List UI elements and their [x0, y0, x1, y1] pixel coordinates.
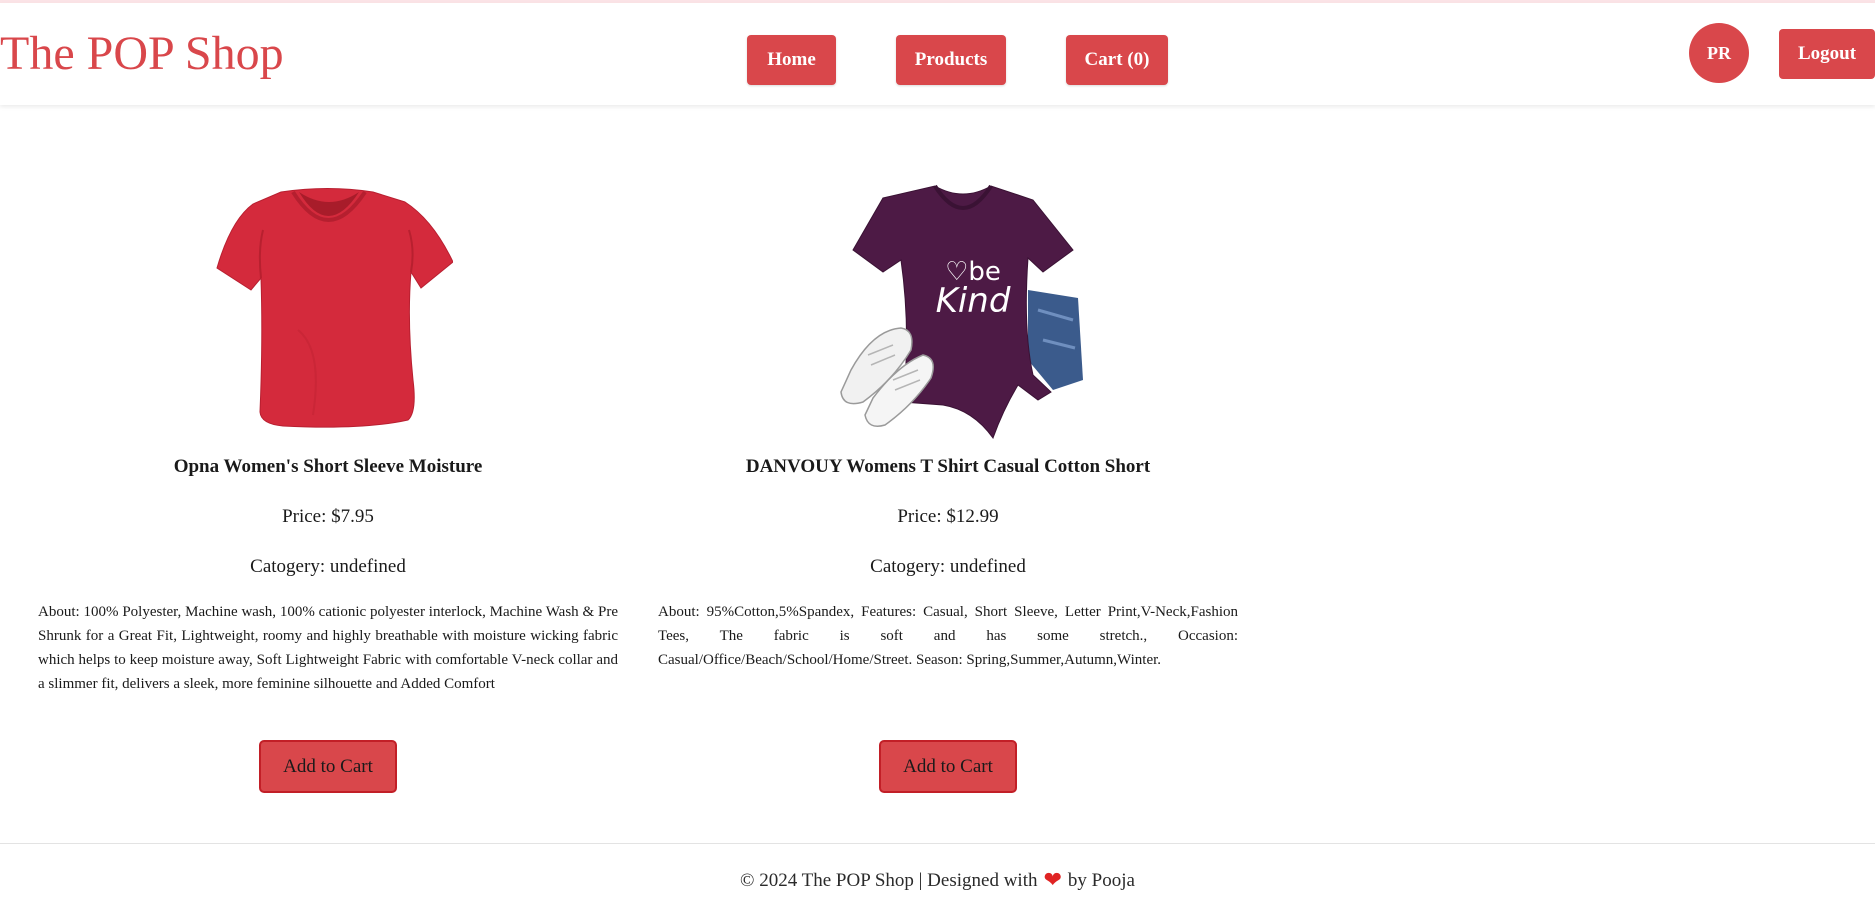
site-header: The POP Shop Home Products Cart (0) PR L…: [0, 3, 1875, 105]
footer-copyright: © 2024 The POP Shop | Designed with: [740, 870, 1038, 891]
product-card: Opna Women's Short Sleeve Moisture Price…: [38, 170, 618, 793]
red-tshirt-image: [216, 188, 453, 428]
nav-home-button[interactable]: Home: [747, 35, 836, 85]
product-title: DANVOUY Womens T Shirt Casual Cotton Sho…: [745, 456, 1151, 477]
footer-author: by Pooja: [1067, 870, 1135, 891]
product-description: About: 95%Cotton,5%Spandex, Features: Ca…: [658, 604, 1238, 668]
add-to-cart-button[interactable]: Add to Cart: [879, 740, 1017, 793]
svg-text:Kind: Kind: [936, 281, 1011, 321]
nav-products-button[interactable]: Products: [896, 35, 1006, 85]
product-price: Price: $12.99: [897, 506, 999, 527]
footer-divider: [0, 843, 1875, 844]
nav-cart-button[interactable]: Cart (0): [1066, 35, 1168, 85]
product-title: Opna Women's Short Sleeve Moisture: [173, 456, 483, 477]
heart-icon: ❤: [1043, 867, 1062, 892]
product-description: About: 100% Polyester, Machine wash, 100…: [38, 604, 618, 692]
user-avatar[interactable]: PR: [1689, 23, 1749, 83]
add-to-cart-button[interactable]: Add to Cart: [259, 740, 397, 793]
purple-tshirt-image: ♡be Kind: [840, 184, 1083, 440]
product-image[interactable]: [38, 170, 618, 435]
logout-button[interactable]: Logout: [1779, 29, 1875, 79]
product-image[interactable]: ♡be Kind: [658, 170, 1238, 440]
product-price: Price: $7.95: [282, 506, 374, 527]
product-card: ♡be Kind DANVOUY Womens T Shirt Casual C…: [658, 170, 1238, 793]
product-category: Catogery: undefined: [870, 556, 1026, 577]
brand-logo[interactable]: The POP Shop: [0, 25, 284, 83]
product-category: Catogery: undefined: [250, 556, 406, 577]
site-footer: © 2024 The POP Shop | Designed with ❤ by P…: [0, 866, 1875, 895]
